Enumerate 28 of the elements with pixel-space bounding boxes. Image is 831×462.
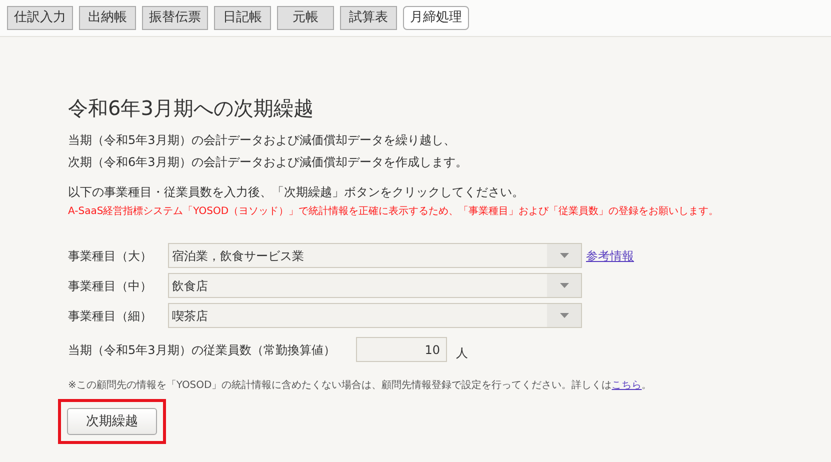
page-heading: 令和6年3月期への次期繰越 xyxy=(68,95,314,121)
description-text: 次期（令和6年3月期）の会計データおよび減価償却データを作成します。 xyxy=(68,154,468,171)
details-link[interactable]: こちら xyxy=(612,380,642,391)
tab[interactable]: 元帳 xyxy=(277,6,334,30)
unit-label: 人 xyxy=(456,344,468,362)
tab[interactable]: 日記帳 xyxy=(214,6,271,30)
caret-icon xyxy=(560,253,568,258)
field-label: 事業種目（細） xyxy=(68,308,153,324)
instruction-text: 以下の事業種目・従業員数を入力後、「次期繰越」ボタンをクリックしてください。 xyxy=(68,184,524,201)
tab[interactable]: 試算表 xyxy=(340,6,397,30)
carry-forward-button[interactable]: 次期繰越 xyxy=(67,408,157,436)
tab[interactable]: 出納帳 xyxy=(79,6,136,30)
caret-icon xyxy=(560,313,568,318)
tab[interactable]: 仕訳入力 xyxy=(7,6,73,30)
employee-count-field[interactable]: 10 xyxy=(356,337,447,362)
tab[interactable]: 月締処理 xyxy=(403,6,469,30)
dropdown[interactable]: 宿泊業，飲食サービス業 xyxy=(168,243,582,268)
dropdown[interactable]: 喫茶店 xyxy=(168,303,582,328)
caret-icon xyxy=(560,283,568,288)
dropdown[interactable]: 飲食店 xyxy=(168,273,582,298)
footnote-text: ※この顧問先の情報を「YOSOD」の統計情報に含めたくない場合は、顧問先情報登録で設定を行ってください。詳しくはこちら。 xyxy=(68,378,652,393)
info-link[interactable]: 参考情報 xyxy=(586,246,634,264)
field-label: 事業種目（中） xyxy=(68,278,153,294)
tab[interactable]: 振替伝票 xyxy=(142,6,208,30)
description-text: 当期（令和5年3月期）の会計データおよび減価償却データを繰り越し、 xyxy=(68,132,456,149)
field-label: 事業種目（大） xyxy=(68,248,153,264)
notice-text: A-SaaS経営指標システム「YOSOD（ヨソッド）」で統計情報を正確に表示するため、「事業種目」および「従業員数」の登録をお願いします。 xyxy=(68,204,719,219)
field-label: 当期（令和5年3月期）の従業員数（常勤換算値） xyxy=(68,342,336,358)
